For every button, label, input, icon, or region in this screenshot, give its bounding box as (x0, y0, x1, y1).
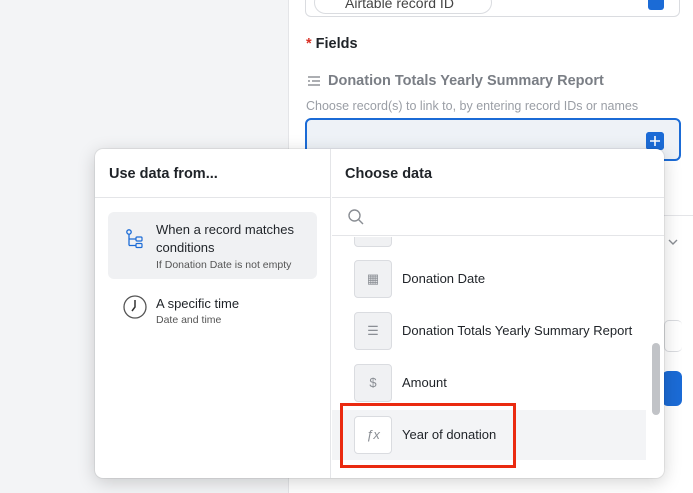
source-item-specific-time[interactable]: A specific time Date and time (108, 289, 317, 331)
linked-field-title: Donation Totals Yearly Summary Report (306, 73, 604, 89)
source-subtitle: Date and time (156, 314, 222, 326)
calendar-icon: ▦ (354, 260, 392, 298)
field-label: Donation Date (402, 271, 486, 286)
source-subtitle: If Donation Date is not empty (156, 259, 292, 271)
chevron-down-icon[interactable] (667, 236, 679, 248)
record-id-label: Airtable record ID (345, 0, 454, 11)
source-title: A specific time (156, 296, 240, 311)
linked-record-icon: ☰ (354, 312, 392, 350)
data-source-column: Use data from... When a record matches c… (95, 149, 331, 478)
field-list-scrollbar[interactable] (650, 237, 662, 467)
partial-input[interactable] (664, 320, 682, 352)
linked-record-icon (308, 76, 320, 86)
panel-divider (664, 215, 693, 216)
field-item-summary-report[interactable]: ☰ Donation Totals Yearly Summary Report (332, 306, 646, 356)
field-label: Donation Totals Yearly Summary Report (402, 323, 633, 338)
required-mark: * (306, 36, 312, 52)
field-label: Amount (402, 375, 447, 390)
data-source-header: Use data from... (95, 149, 330, 198)
linked-field-hint: Choose record(s) to link to, by entering… (306, 99, 639, 113)
fields-label: Fields (315, 36, 358, 52)
field-icon (354, 237, 392, 247)
tree-conditions-icon (126, 229, 143, 249)
field-item-donation-date[interactable]: ▦ Donation Date (332, 254, 646, 304)
add-linked-record-button[interactable] (646, 132, 664, 150)
source-title: When a record matches conditions (156, 222, 295, 255)
choose-data-header: Choose data (332, 149, 664, 198)
source-item-record-conditions[interactable]: When a record matches conditions If Dona… (108, 212, 317, 279)
partial-action-button[interactable] (662, 371, 682, 406)
field-item[interactable] (332, 237, 646, 253)
scroll-thumb[interactable] (652, 343, 660, 415)
clock-icon (123, 295, 147, 319)
field-item-amount[interactable]: $ Amount (332, 358, 646, 408)
fields-heading: * Fields (306, 36, 358, 52)
currency-icon: $ (354, 364, 392, 402)
field-search[interactable] (332, 198, 664, 236)
linked-field-name: Donation Totals Yearly Summary Report (328, 73, 604, 89)
record-id-pill[interactable]: Airtable record ID (314, 0, 492, 14)
record-id-field[interactable]: Airtable record ID (305, 0, 680, 17)
add-record-id-button[interactable] (648, 0, 664, 10)
highlight-annotation (340, 403, 516, 468)
search-icon (348, 209, 364, 225)
